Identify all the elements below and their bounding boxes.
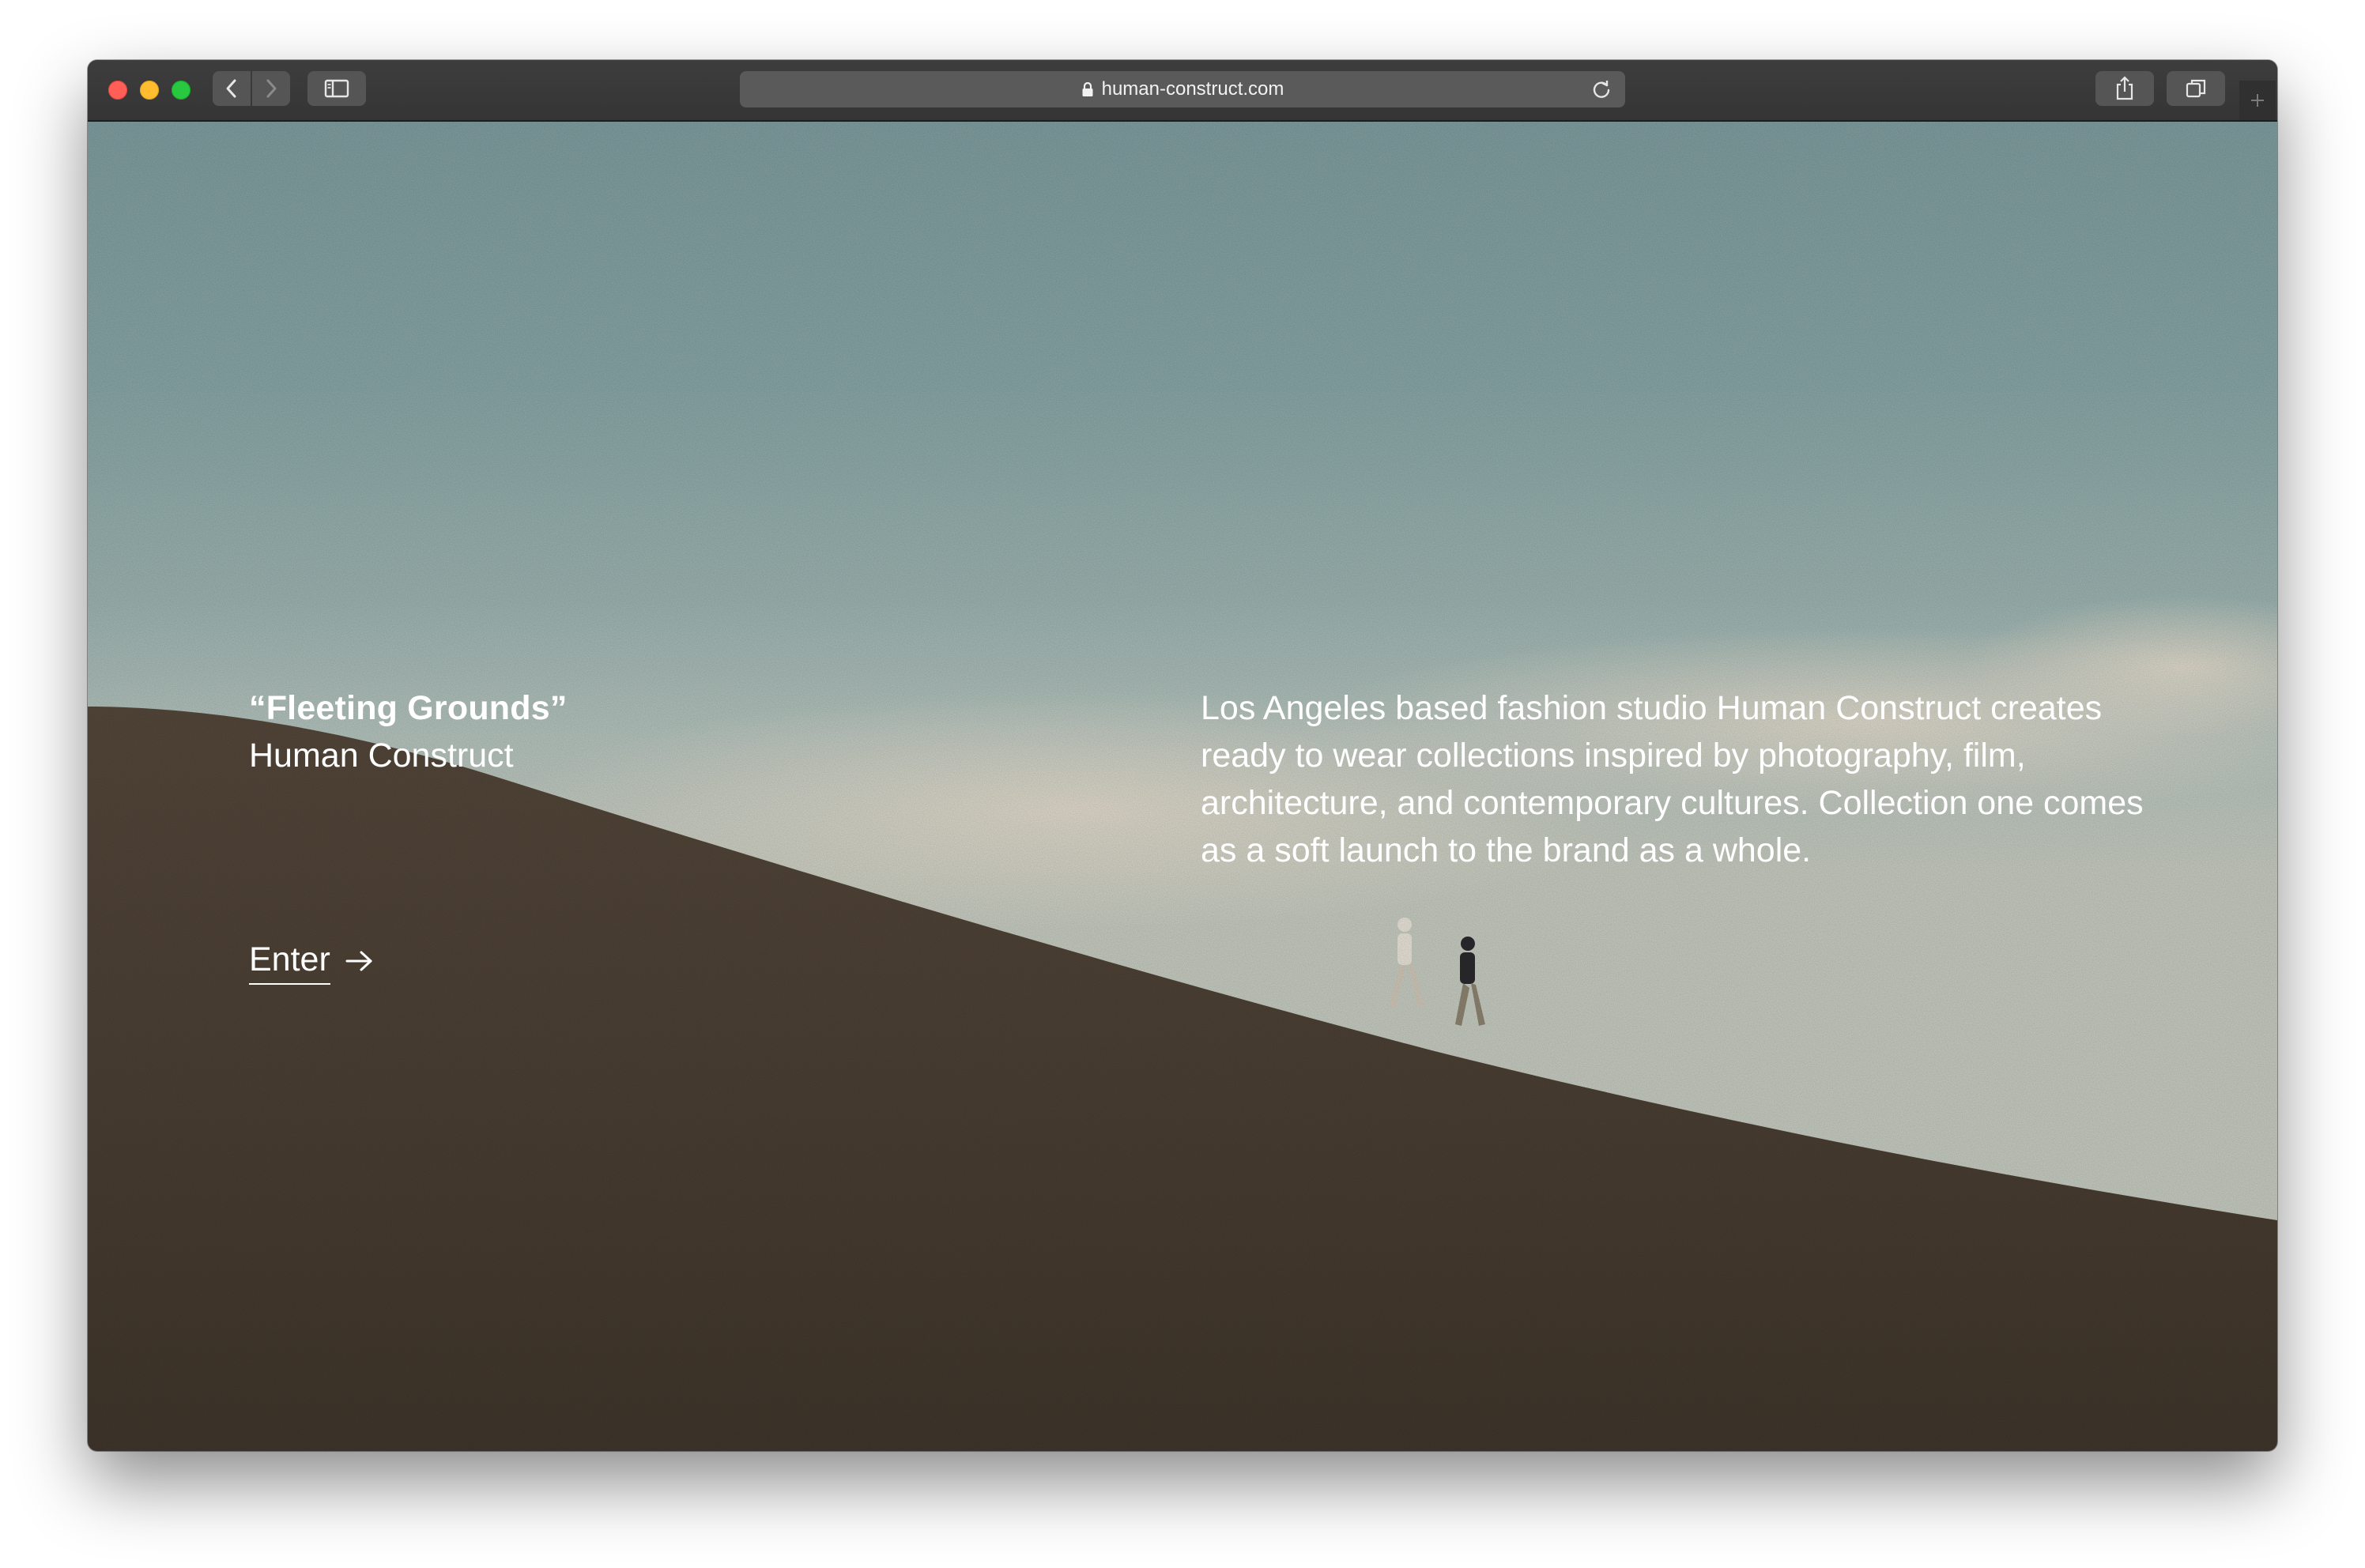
tabs-icon (2186, 79, 2206, 98)
lock-icon (1081, 81, 1094, 97)
reload-button[interactable] (1590, 78, 1612, 100)
forward-button[interactable] (252, 71, 290, 106)
brand-description: Los Angeles based fashion studio Human C… (1201, 689, 2144, 869)
browser-toolbar: human-construct.com (88, 60, 2277, 122)
arrow-right-icon (345, 949, 375, 973)
brand-name: Human Construct (249, 737, 514, 775)
new-tab-button[interactable] (2239, 81, 2276, 120)
plus-icon (2251, 94, 2264, 107)
collection-name: “Fleeting Grounds” (249, 689, 568, 727)
minimize-window-button[interactable] (140, 81, 159, 100)
share-button[interactable] (2095, 71, 2154, 106)
address-bar[interactable]: human-construct.com (740, 71, 1625, 107)
show-tabs-button[interactable] (2167, 71, 2225, 106)
maximize-window-button[interactable] (172, 81, 190, 100)
reload-icon (1593, 81, 1610, 98)
browser-window: human-construct.com “Fleeting Grounds” H… (88, 60, 2277, 1451)
url-text: human-construct.com (1101, 78, 1284, 100)
close-window-button[interactable] (108, 81, 127, 100)
hero-section: “Fleeting Grounds” Human Construct Enter… (88, 122, 2277, 1451)
sidebar-icon (324, 79, 349, 98)
share-icon (2116, 76, 2133, 100)
enter-link[interactable]: Enter (249, 937, 375, 985)
chevron-left-icon (226, 79, 236, 98)
enter-link-label: Enter (249, 937, 330, 985)
collection-title-block: “Fleeting Grounds” Human Construct (249, 684, 568, 779)
back-button[interactable] (213, 71, 251, 106)
chevron-right-icon (266, 79, 277, 98)
sidebar-toggle-button[interactable] (307, 71, 366, 106)
